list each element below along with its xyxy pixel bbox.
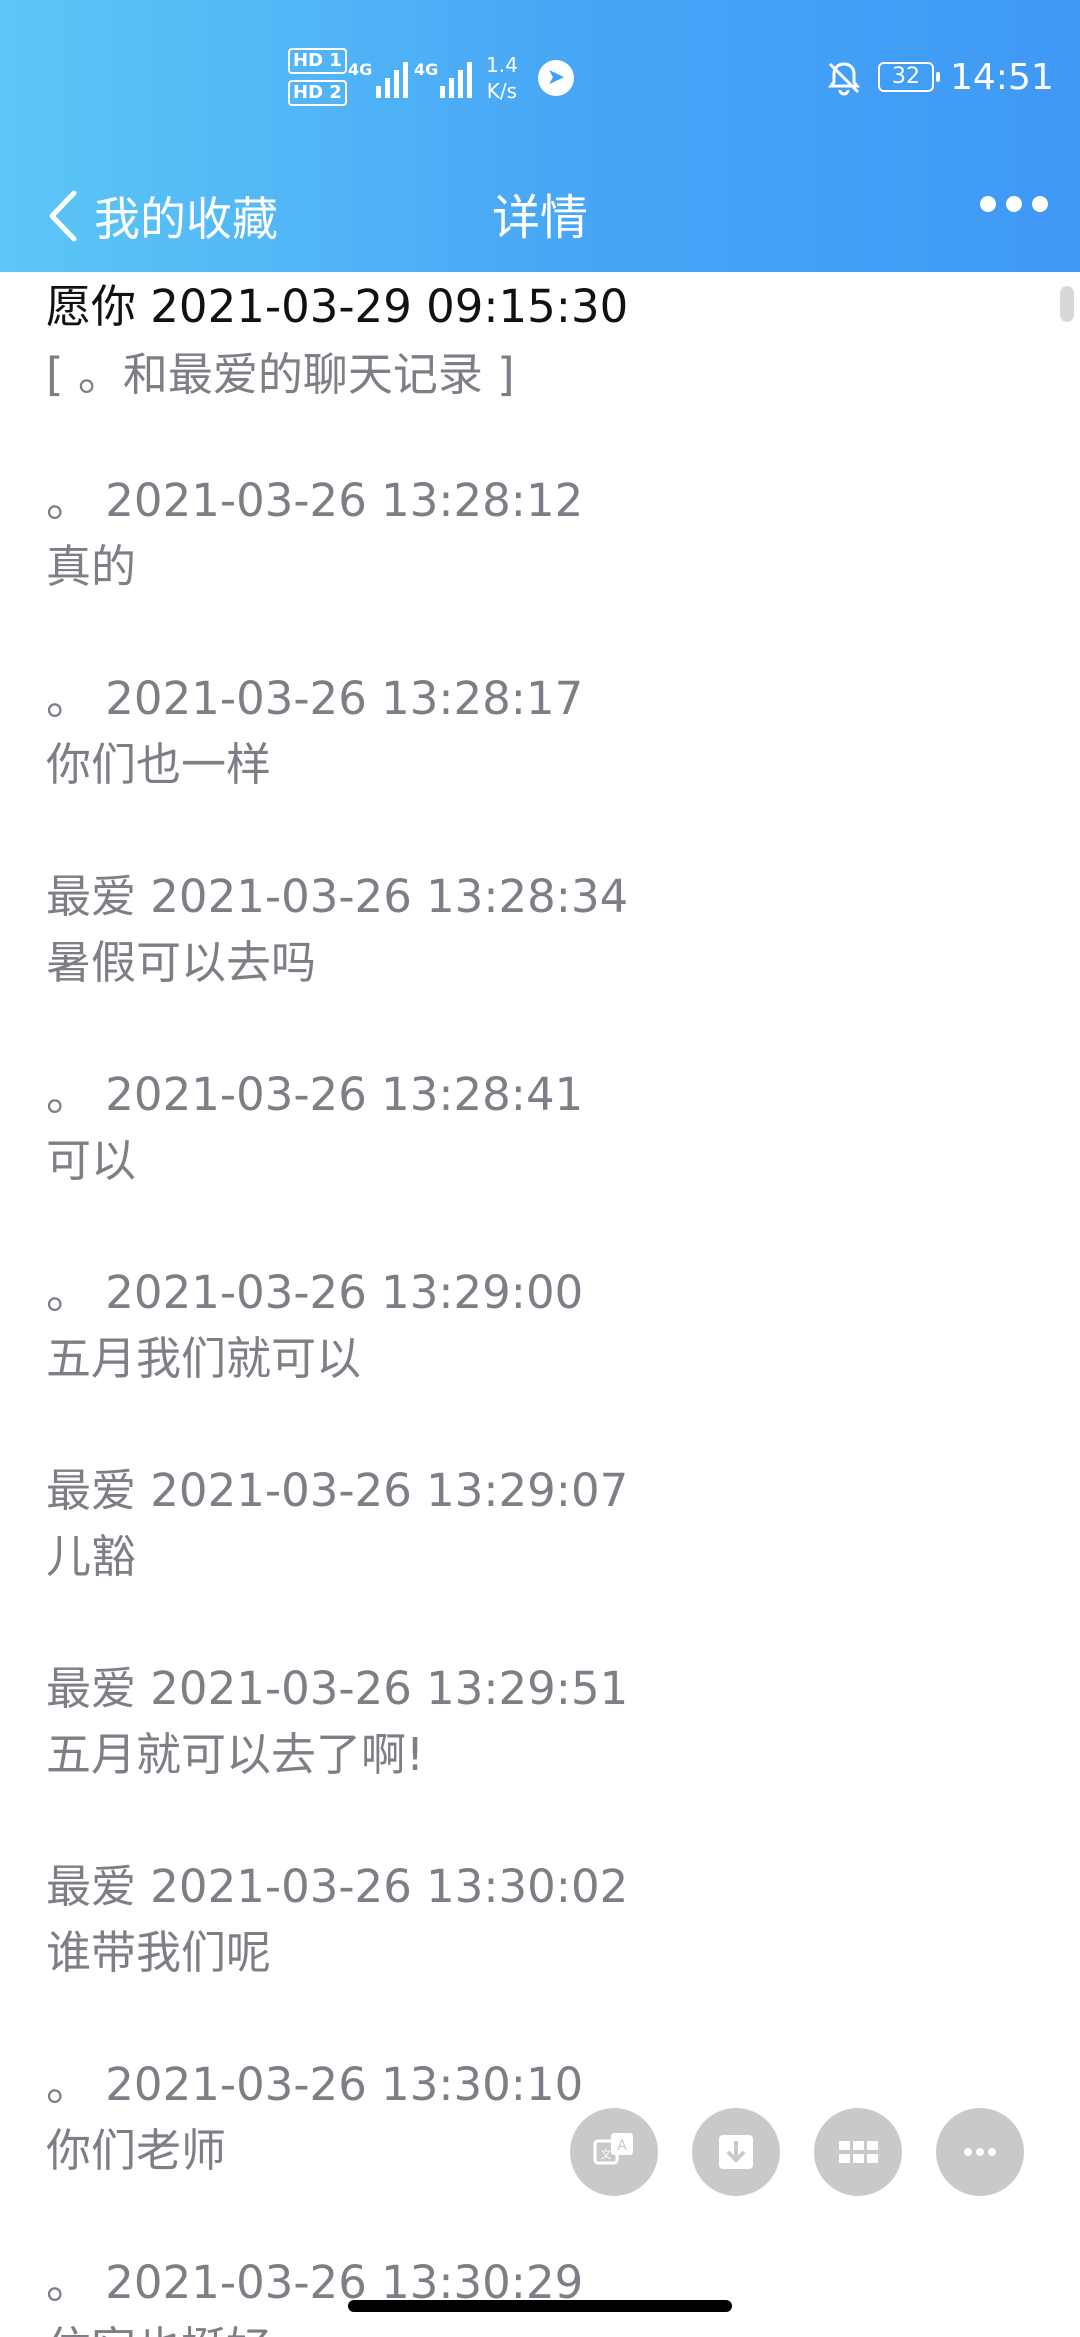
message-item: 最爱 2021-03-26 13:29:07 儿豁 [46,1460,628,1588]
signal-icon-2 [440,58,472,98]
top-bar: HD 1 HD 2 4G 4G 1.4 K/s ➤ 32 14:51 我的收藏 [0,0,1080,272]
scrollbar-thumb[interactable] [1060,286,1074,322]
message-text: 可以 [46,1134,137,1187]
message-meta: 。 2021-03-26 13:28:17 [46,672,584,725]
svg-text:文: 文 [601,2147,612,2161]
network-speed: 1.4 K/s [486,52,518,104]
grid-icon [839,2141,878,2163]
status-time: 14:51 [950,57,1054,98]
svg-text:A: A [617,2138,627,2154]
message-item: 。 2021-03-26 13:28:12 真的 [46,470,583,598]
message-meta: 。 2021-03-26 13:28:12 [46,474,584,527]
message-text: 谁带我们呢 [46,1926,272,1979]
grid-button[interactable] [814,2108,902,2196]
dot-icon [1032,196,1048,212]
app-notification-icon: ➤ [538,60,574,96]
message-item: 最爱 2021-03-26 13:28:34 暑假可以去吗 [46,866,628,994]
message-meta: 。 2021-03-26 13:30:10 [46,2058,584,2111]
nav-bar: 我的收藏 详情 [0,160,1080,272]
hd-indicator: HD 1 HD 2 [288,48,347,112]
battery-icon: 32 [878,62,940,92]
message-text: 五月就可以去了啊! [46,1728,425,1781]
message-item: 最爱 2021-03-26 13:29:51 五月就可以去了啊! [46,1658,628,1786]
signal-icon [376,58,408,98]
message-item: 。 2021-03-26 13:30:29 住宿也挺好 [46,2252,583,2337]
message-text: 真的 [46,540,137,593]
message-item: 。 2021-03-26 13:28:41 可以 [46,1064,583,1192]
hd2-badge: HD 2 [288,80,347,106]
message-item: 。 2021-03-26 13:29:00 五月我们就可以 [46,1262,583,1390]
download-button[interactable] [692,2108,780,2196]
status-bar: HD 1 HD 2 4G 4G 1.4 K/s ➤ 32 14:51 [0,0,1080,160]
translate-button[interactable]: A 文 [570,2108,658,2196]
page-title: 详情 [491,190,588,246]
dot-icon [1006,196,1022,212]
message-item: 最爱 2021-03-26 13:30:02 谁带我们呢 [46,1856,628,1984]
download-icon [719,2135,753,2169]
record-subtitle: [ 。和最爱的聊天记录 ] [46,348,515,401]
more-icon [964,2148,996,2156]
message-meta: 最爱 2021-03-26 13:30:02 [46,1860,629,1913]
record-header: 愿你 2021-03-29 09:15:30 [46,280,629,333]
floating-action-row: A 文 [570,2108,1024,2196]
message-meta: 。 2021-03-26 13:29:00 [46,1266,584,1319]
speed-value: 1.4 [486,53,518,77]
message-meta: 最爱 2021-03-26 13:29:51 [46,1662,629,1715]
message-text: 你们老师 [46,2124,227,2177]
message-item: 。 2021-03-26 13:28:17 你们也一样 [46,668,583,796]
translate-icon: A 文 [593,2133,633,2165]
home-indicator[interactable] [348,2300,732,2312]
message-text: 儿豁 [46,1530,137,1583]
message-meta: 最爱 2021-03-26 13:29:07 [46,1464,629,1517]
bell-muted-icon [828,62,860,96]
speed-unit: K/s [486,79,518,103]
message-text: 五月我们就可以 [46,1332,362,1385]
detail-content[interactable]: 愿你 2021-03-29 09:15:30 [ 。和最爱的聊天记录 ] 。 2… [0,272,1080,2337]
message-meta: 。 2021-03-26 13:28:41 [46,1068,584,1121]
more-options-button[interactable] [980,196,1048,212]
message-text: 暑假可以去吗 [46,936,317,989]
message-text: 住宿也挺好 [46,2318,583,2337]
message-text: 你们也一样 [46,738,272,791]
message-item: 。 2021-03-26 13:30:10 你们老师 [46,2054,583,2182]
network-type-1: 4G [348,60,373,79]
dot-icon [980,196,996,212]
hd1-badge: HD 1 [288,48,347,74]
more-actions-button[interactable] [936,2108,1024,2196]
network-type-2: 4G [414,60,439,79]
message-meta: 最爱 2021-03-26 13:28:34 [46,870,629,923]
